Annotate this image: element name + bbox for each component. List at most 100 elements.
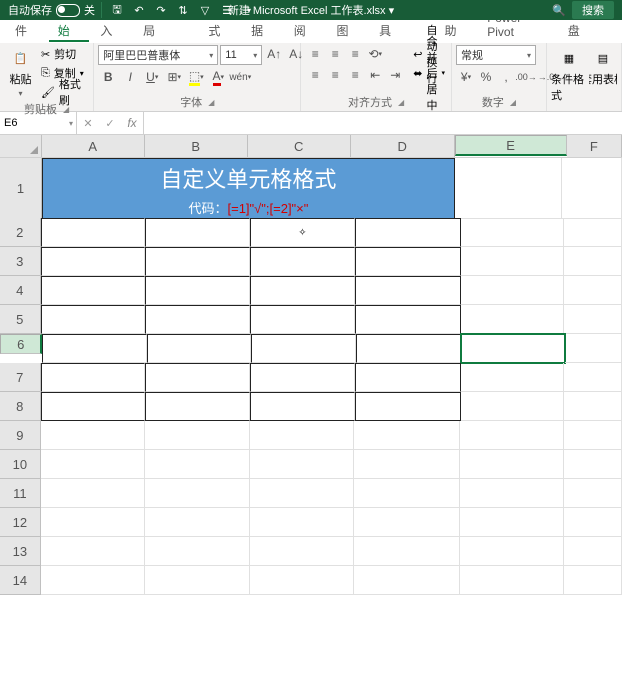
- cell[interactable]: [355, 363, 461, 392]
- cell[interactable]: [565, 334, 622, 363]
- merged-header-cell[interactable]: 自定义单元格格式 代码：[=1]"√";[=2]"×": [42, 158, 455, 219]
- cell[interactable]: [564, 305, 622, 334]
- cell[interactable]: [250, 508, 354, 537]
- underline-button[interactable]: U▾: [142, 68, 162, 86]
- merge-center-button[interactable]: ⬌合并后居中▾: [411, 64, 447, 82]
- col-header-d[interactable]: D: [351, 135, 455, 157]
- cell[interactable]: [564, 247, 622, 276]
- cell[interactable]: [564, 363, 622, 392]
- cell[interactable]: [460, 566, 564, 595]
- cell[interactable]: [42, 334, 146, 363]
- paste-button[interactable]: 📋 粘贴 ▾: [4, 45, 37, 98]
- conditional-format-button[interactable]: ▦ 条件格式: [551, 45, 587, 103]
- cell[interactable]: [355, 276, 461, 305]
- align-middle-button[interactable]: ≡: [325, 45, 345, 63]
- row-header-1[interactable]: 1: [0, 158, 42, 219]
- align-left-button[interactable]: ≡: [305, 66, 325, 84]
- cell[interactable]: [145, 508, 249, 537]
- decrease-indent-button[interactable]: ⇤: [365, 66, 385, 84]
- enter-formula-button[interactable]: ✓: [99, 117, 121, 130]
- cell[interactable]: [41, 392, 146, 421]
- cell[interactable]: [460, 450, 564, 479]
- cell[interactable]: [41, 218, 146, 247]
- bold-button[interactable]: B: [98, 68, 118, 86]
- cell[interactable]: [460, 537, 564, 566]
- cell[interactable]: [250, 537, 354, 566]
- cell[interactable]: [250, 479, 354, 508]
- cell[interactable]: [41, 305, 146, 334]
- row-header-7[interactable]: 7: [0, 363, 41, 392]
- cell[interactable]: [145, 276, 250, 305]
- col-header-b[interactable]: B: [145, 135, 248, 157]
- font-size-select[interactable]: 11▾: [220, 45, 262, 65]
- orientation-button[interactable]: ⟲▾: [365, 45, 385, 63]
- cut-button[interactable]: ✂剪切: [39, 45, 89, 63]
- cell[interactable]: [461, 247, 565, 276]
- cell[interactable]: [460, 479, 564, 508]
- cell[interactable]: [564, 479, 622, 508]
- cell[interactable]: [250, 363, 355, 392]
- cell[interactable]: [564, 392, 622, 421]
- cell[interactable]: [145, 421, 249, 450]
- cell[interactable]: [41, 363, 146, 392]
- autosave-toggle[interactable]: 自动保存 关: [2, 2, 102, 18]
- cell[interactable]: [145, 218, 250, 247]
- formula-input[interactable]: [144, 112, 622, 134]
- cell[interactable]: [145, 537, 249, 566]
- italic-button[interactable]: I: [120, 68, 140, 86]
- name-box[interactable]: E6 ▾: [0, 112, 77, 134]
- col-header-e[interactable]: E: [455, 135, 567, 156]
- cell[interactable]: [354, 508, 459, 537]
- cell[interactable]: [41, 508, 145, 537]
- table-styles-button[interactable]: ▤ 套用表格: [589, 45, 617, 87]
- cell[interactable]: [145, 566, 249, 595]
- percent-button[interactable]: %: [476, 68, 496, 86]
- cell[interactable]: [355, 247, 461, 276]
- cell[interactable]: [250, 276, 355, 305]
- cell[interactable]: [250, 450, 354, 479]
- cell[interactable]: [250, 247, 355, 276]
- row-header-4[interactable]: 4: [0, 276, 41, 305]
- cell[interactable]: [564, 218, 622, 247]
- row-header-14[interactable]: 14: [0, 566, 41, 595]
- cell[interactable]: [41, 247, 146, 276]
- align-bottom-button[interactable]: ≡: [345, 45, 365, 63]
- row-header-2[interactable]: 2: [0, 218, 41, 247]
- cell[interactable]: [250, 421, 354, 450]
- cell[interactable]: [41, 276, 146, 305]
- cell[interactable]: [460, 508, 564, 537]
- row-header-5[interactable]: 5: [0, 305, 41, 334]
- undo-icon[interactable]: ↶: [132, 3, 146, 17]
- cell[interactable]: ✧: [250, 218, 355, 247]
- search-box[interactable]: 搜索: [572, 1, 614, 19]
- number-format-select[interactable]: 常规▾: [456, 45, 536, 65]
- fill-color-button[interactable]: ⬚▾: [186, 68, 206, 86]
- cell[interactable]: [250, 392, 355, 421]
- row-header-9[interactable]: 9: [0, 421, 41, 450]
- increase-font-button[interactable]: A↑: [264, 45, 284, 63]
- cell[interactable]: [564, 450, 622, 479]
- cell[interactable]: [461, 218, 565, 247]
- col-header-a[interactable]: A: [42, 135, 145, 157]
- redo-icon[interactable]: ↷: [154, 3, 168, 17]
- cancel-formula-button[interactable]: ✕: [77, 117, 99, 130]
- cell[interactable]: [41, 566, 145, 595]
- fx-icon[interactable]: fx: [121, 116, 143, 130]
- cell[interactable]: [147, 334, 251, 363]
- font-color-button[interactable]: A▾: [208, 68, 228, 86]
- filter-icon[interactable]: ▽: [198, 3, 212, 17]
- row-header-10[interactable]: 10: [0, 450, 41, 479]
- dialog-launcher-icon[interactable]: ◢: [398, 98, 404, 107]
- cell[interactable]: [251, 334, 355, 363]
- border-button[interactable]: ⊞▾: [164, 68, 184, 86]
- cell[interactable]: [461, 276, 565, 305]
- cell[interactable]: [564, 537, 622, 566]
- row-header-6[interactable]: 6: [0, 334, 42, 354]
- cell[interactable]: [564, 566, 622, 595]
- font-name-select[interactable]: 阿里巴巴普惠体▾: [98, 45, 218, 65]
- cell[interactable]: [354, 479, 459, 508]
- cell[interactable]: [564, 276, 622, 305]
- col-header-f[interactable]: F: [567, 135, 622, 157]
- phonetic-button[interactable]: wén▾: [230, 68, 250, 86]
- align-right-button[interactable]: ≡: [345, 66, 365, 84]
